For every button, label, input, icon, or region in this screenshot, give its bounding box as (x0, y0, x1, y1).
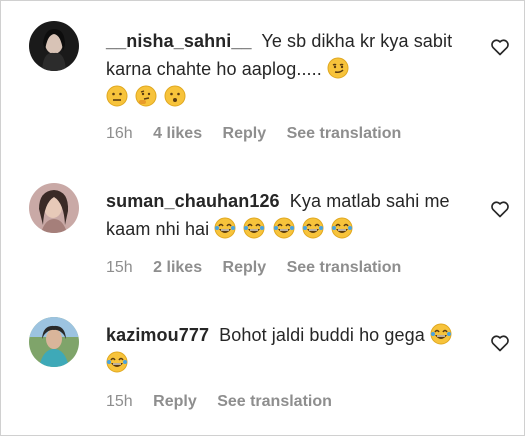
reply-button[interactable]: Reply (223, 125, 267, 142)
like-heart-icon[interactable] (490, 333, 510, 353)
hushed-face-icon (164, 85, 186, 107)
comment-text: Bohot jaldi buddi ho gega (219, 325, 425, 345)
thinking-face-icon (135, 85, 157, 107)
comment-meta: 15h Reply See translation (106, 393, 348, 411)
tears-of-joy-icon (243, 217, 265, 239)
likes-count[interactable]: 2 likes (153, 259, 202, 276)
comment-time: 15h (106, 259, 133, 276)
smirk-face-icon (327, 57, 349, 79)
neutral-face-icon (106, 85, 128, 107)
comment-body: suman_chauhan126 Kya matlab sahi me kaam… (106, 187, 476, 243)
see-translation-button[interactable]: See translation (287, 125, 402, 142)
comment-username[interactable]: __nisha_sahni__ (106, 31, 252, 51)
reply-button[interactable]: Reply (223, 259, 267, 276)
comments-panel: __nisha_sahni__ Ye sb dikha kr kya sabit… (0, 0, 525, 436)
tears-of-joy-icon (273, 217, 295, 239)
comment-body: __nisha_sahni__ Ye sb dikha kr kya sabit… (106, 27, 476, 111)
comment-time: 16h (106, 125, 133, 142)
comment-username[interactable]: suman_chauhan126 (106, 191, 280, 211)
comment-meta: 16h 4 likes Reply See translation (106, 125, 417, 143)
tears-of-joy-icon (430, 323, 452, 345)
comment-meta: 15h 2 likes Reply See translation (106, 259, 417, 277)
avatar[interactable] (29, 21, 79, 71)
like-heart-icon[interactable] (490, 199, 510, 219)
avatar[interactable] (29, 317, 79, 367)
tears-of-joy-icon (331, 217, 353, 239)
comment-username[interactable]: kazimou777 (106, 325, 209, 345)
see-translation-button[interactable]: See translation (217, 393, 332, 410)
tears-of-joy-icon (106, 351, 128, 373)
avatar[interactable] (29, 183, 79, 233)
like-heart-icon[interactable] (490, 37, 510, 57)
reply-button[interactable]: Reply (153, 393, 197, 410)
tears-of-joy-icon (214, 217, 236, 239)
comment-body: kazimou777 Bohot jaldi buddi ho gega (106, 321, 476, 377)
comment-time: 15h (106, 393, 133, 410)
see-translation-button[interactable]: See translation (287, 259, 402, 276)
tears-of-joy-icon (302, 217, 324, 239)
likes-count[interactable]: 4 likes (153, 125, 202, 142)
